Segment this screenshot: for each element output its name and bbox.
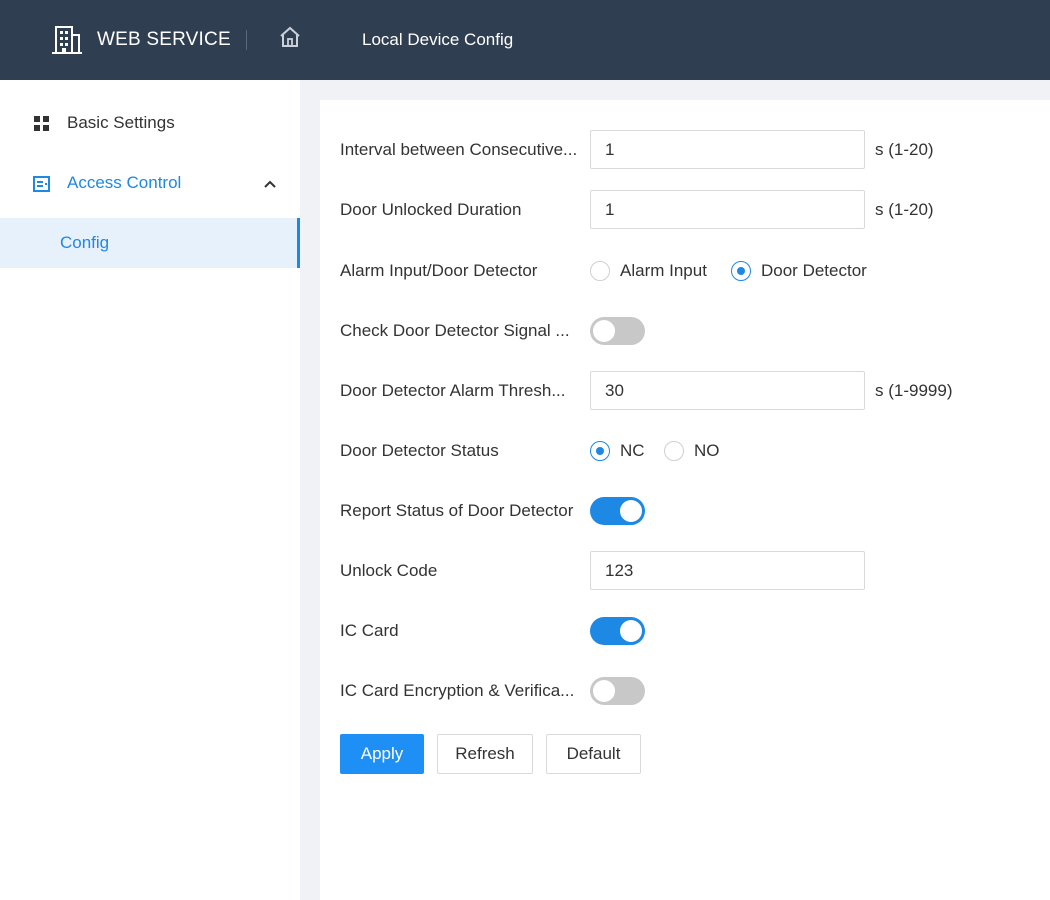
report-status-label: Report Status of Door Detector — [340, 501, 574, 520]
home-icon[interactable] — [278, 25, 302, 49]
row-ic-card: IC Card — [320, 611, 1050, 651]
top-header: WEB SERVICE Local Device Config — [0, 0, 1050, 80]
door-icon — [33, 176, 50, 192]
toggle-knob — [620, 500, 642, 522]
row-report-status: Report Status of Door Detector — [320, 491, 1050, 531]
ic-encryption-toggle[interactable] — [590, 677, 645, 705]
radio-label: Door Detector — [761, 261, 867, 280]
radio-dot — [664, 441, 684, 461]
row-ic-encryption: IC Card Encryption & Verifica... — [320, 671, 1050, 711]
toggle-knob — [593, 320, 615, 342]
sidebar-item-access-control[interactable]: Access Control — [0, 158, 300, 210]
toggle-knob — [593, 680, 615, 702]
row-check-signal: Check Door Detector Signal ... — [320, 311, 1050, 351]
report-status-toggle[interactable] — [590, 497, 645, 525]
sidebar: Basic Settings Access Control Config — [0, 80, 300, 900]
grid-icon — [34, 116, 49, 131]
row-unlock-code: Unlock Code 123 — [320, 551, 1050, 591]
default-button[interactable]: Default — [546, 734, 641, 774]
detector-status-label: Door Detector Status — [340, 441, 499, 460]
sidebar-item-basic-settings[interactable]: Basic Settings — [0, 98, 300, 150]
header-divider — [246, 30, 247, 50]
chevron-up-icon[interactable] — [262, 176, 278, 192]
interval-input[interactable]: 1 — [590, 130, 865, 169]
radio-label: NO — [694, 441, 720, 460]
row-interval: Interval between Consecutive... 1 s (1-2… — [320, 130, 1050, 170]
check-signal-label: Check Door Detector Signal ... — [340, 321, 570, 340]
sidebar-item-label: Basic Settings — [67, 113, 175, 132]
unlock-duration-label: Door Unlocked Duration — [340, 200, 522, 219]
radio-label: Alarm Input — [620, 261, 707, 280]
unlock-duration-unit: s (1-20) — [875, 200, 934, 219]
toggle-knob — [620, 620, 642, 642]
refresh-button[interactable]: Refresh — [437, 734, 533, 774]
alarm-threshold-input[interactable]: 30 — [590, 371, 865, 410]
unlock-duration-input[interactable]: 1 — [590, 190, 865, 229]
alarm-threshold-label: Door Detector Alarm Thresh... — [340, 381, 566, 400]
breadcrumb: Local Device Config — [362, 30, 514, 49]
apply-button[interactable]: Apply — [340, 734, 424, 774]
brand-title: WEB SERVICE — [97, 29, 231, 50]
radio-dot — [731, 261, 751, 281]
radio-dot — [590, 261, 610, 281]
unlock-code-input[interactable]: 123 — [590, 551, 865, 590]
radio-dot — [590, 441, 610, 461]
row-alarm-input-type: Alarm Input/Door Detector Alarm Input Do… — [320, 251, 1050, 291]
ic-card-toggle[interactable] — [590, 617, 645, 645]
sidebar-item-label: Config — [60, 233, 110, 252]
interval-label: Interval between Consecutive... — [340, 140, 578, 159]
sidebar-item-label: Access Control — [67, 173, 182, 192]
sidebar-item-config[interactable]: Config — [0, 218, 300, 268]
check-signal-toggle[interactable] — [590, 317, 645, 345]
interval-unit: s (1-20) — [875, 140, 934, 159]
config-form: Interval between Consecutive... 1 s (1-2… — [320, 100, 1050, 900]
row-unlock-duration: Door Unlocked Duration 1 s (1-20) — [320, 190, 1050, 230]
unlock-code-label: Unlock Code — [340, 561, 438, 580]
row-alarm-threshold: Door Detector Alarm Thresh... 30 s (1-99… — [320, 371, 1050, 411]
alarm-input-type-label: Alarm Input/Door Detector — [340, 261, 538, 280]
building-icon — [52, 26, 82, 54]
alarm-threshold-unit: s (1-9999) — [875, 381, 953, 400]
row-detector-status: Door Detector Status NC NO — [320, 431, 1050, 471]
ic-card-label: IC Card — [340, 621, 399, 640]
radio-label: NC — [620, 441, 645, 460]
ic-encryption-label: IC Card Encryption & Verifica... — [340, 681, 575, 700]
